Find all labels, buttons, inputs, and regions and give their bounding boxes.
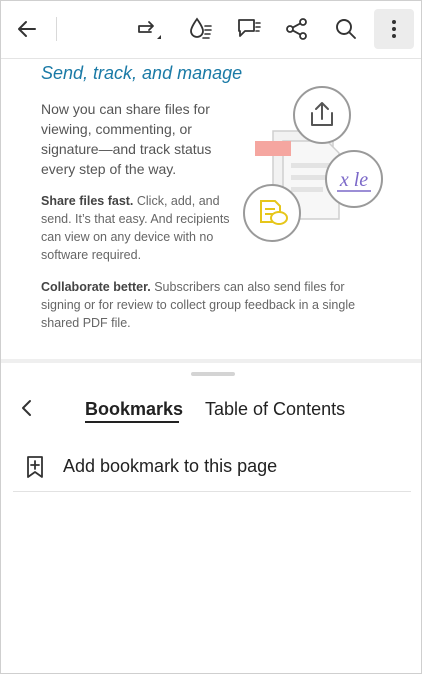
tab-table-of-contents[interactable]: Table of Contents xyxy=(205,399,345,420)
drag-handle[interactable] xyxy=(191,372,235,376)
share-icon xyxy=(286,18,307,40)
share-fast-heading: Share files fast. xyxy=(41,194,134,208)
share-fast-paragraph: Share files fast. Click, add, and send. … xyxy=(41,192,241,264)
add-bookmark-icon xyxy=(27,456,43,478)
liquid-mode-icon xyxy=(190,17,212,39)
search-button[interactable] xyxy=(326,9,366,49)
sheet-back-button[interactable] xyxy=(15,396,39,420)
illustration-highlight xyxy=(255,141,291,156)
add-bookmark-row[interactable]: Add bookmark to this page xyxy=(13,443,411,492)
more-options-button[interactable] xyxy=(374,9,414,49)
bookmarks-sheet: Bookmarks Table of Contents Add bookmark… xyxy=(1,363,421,673)
app-frame: Send, track, and manage Now you can shar… xyxy=(0,0,422,674)
share-illustration: x le xyxy=(243,86,383,242)
intro-paragraph: Now you can share files for viewing, com… xyxy=(41,101,212,177)
active-tab-indicator xyxy=(85,421,179,423)
comment-button[interactable] xyxy=(229,9,269,49)
share-forward-icon xyxy=(138,21,161,39)
pdf-page-view[interactable]: Send, track, and manage Now you can shar… xyxy=(1,59,421,359)
tab-bookmarks[interactable]: Bookmarks xyxy=(85,399,183,420)
top-toolbar xyxy=(1,1,421,59)
more-vertical-icon xyxy=(392,20,396,38)
toolbar-separator xyxy=(56,17,57,41)
collaborate-heading: Collaborate better. xyxy=(41,280,151,294)
illustration-signature-text: x le xyxy=(339,169,368,191)
chevron-left-icon xyxy=(22,400,31,416)
comment-icon xyxy=(238,19,261,37)
collaborate-paragraph: Collaborate better. Subscribers can also… xyxy=(41,278,371,332)
add-bookmark-label: Add bookmark to this page xyxy=(63,456,278,476)
page-heading: Send, track, and manage xyxy=(41,63,243,83)
share-forward-button[interactable] xyxy=(129,9,169,49)
liquid-mode-button[interactable] xyxy=(181,9,221,49)
back-button[interactable] xyxy=(7,9,47,49)
search-icon xyxy=(336,19,356,39)
back-arrow-icon xyxy=(18,21,36,37)
share-button[interactable] xyxy=(277,9,317,49)
